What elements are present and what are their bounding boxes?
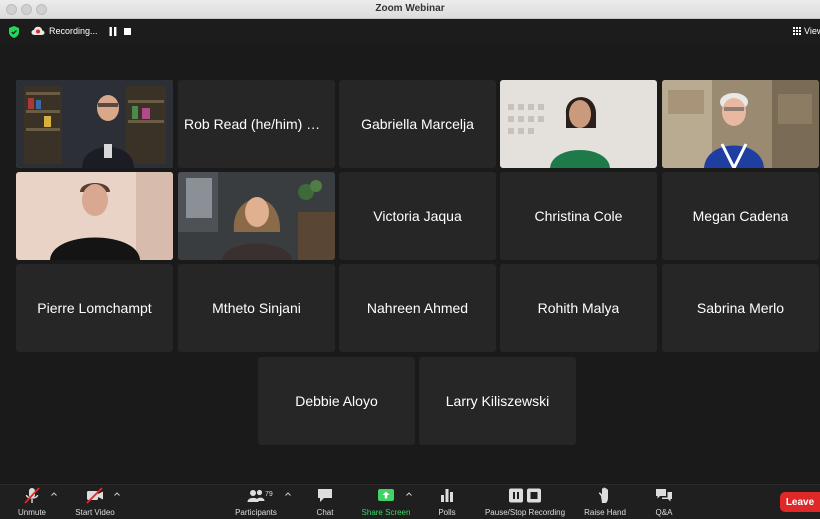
polls-bar-chart-icon <box>438 487 456 504</box>
meeting-info-bar: Recording... View <box>0 19 820 45</box>
participant-video <box>16 172 173 260</box>
polls-button[interactable]: Polls <box>432 487 462 517</box>
participant-tile-15[interactable]: Sabrina Merlo <box>662 264 819 352</box>
participant-tile-10[interactable]: Megan Cadena <box>662 172 819 260</box>
raise-hand-button[interactable]: Raise Hand <box>580 487 630 517</box>
participant-name: Christina Cole <box>534 208 623 224</box>
video-camera-off-icon <box>86 487 104 504</box>
qa-bubbles-icon <box>655 487 673 504</box>
participant-name: Victoria Jaqua <box>373 208 462 224</box>
participant-tile-13[interactable]: Nahreen Ahmed <box>339 264 496 352</box>
participant-tile-12[interactable]: Mtheto Sinjani <box>178 264 335 352</box>
recording-status: Recording... <box>49 26 98 36</box>
participant-name: Gabriella Marcelja <box>361 116 474 132</box>
participant-name: Nahreen Ahmed <box>366 300 469 316</box>
participant-tile-14[interactable]: Rohith Malya <box>500 264 657 352</box>
participant-name: Larry Kiliszewski <box>445 393 550 409</box>
chat-bubble-icon <box>316 487 334 504</box>
audio-options-caret-icon[interactable] <box>51 492 57 496</box>
participants-button[interactable]: Participants <box>230 487 282 517</box>
start-video-label: Start Video <box>75 508 115 517</box>
cloud-recording-icon <box>31 26 45 35</box>
participant-name: Megan Cadena <box>692 208 789 224</box>
shield-icon[interactable] <box>9 26 19 38</box>
share-options-caret-icon[interactable] <box>406 492 412 496</box>
view-button[interactable]: View <box>793 26 820 36</box>
video-options-caret-icon[interactable] <box>114 492 120 496</box>
pause-stop-recording-button[interactable]: Pause/Stop Recording <box>480 487 570 517</box>
pause-stop-recording-icon <box>508 487 542 504</box>
participant-tile-2[interactable]: Rob Read (he/him) Plantasia <box>178 80 335 168</box>
view-label: View <box>804 26 820 36</box>
participant-tile-3[interactable]: Gabriella Marcelja <box>339 80 496 168</box>
unmute-label: Unmute <box>17 508 46 517</box>
participant-video <box>500 80 657 168</box>
raise-hand-label: Raise Hand <box>584 508 626 517</box>
stop-recording-icon[interactable] <box>124 28 131 35</box>
participant-tile-video-7[interactable] <box>178 172 335 260</box>
participants-label: Participants <box>235 508 277 517</box>
participant-video <box>662 80 819 168</box>
participant-tile-video-4[interactable] <box>500 80 657 168</box>
participant-name: Rohith Malya <box>537 300 620 316</box>
participant-name: Mtheto Sinjani <box>212 300 301 316</box>
participant-video <box>178 172 335 260</box>
participant-video <box>16 80 173 168</box>
pause-recording-icon[interactable] <box>109 27 117 36</box>
participants-options-caret-icon[interactable] <box>285 492 291 496</box>
meeting-toolbar: Unmute Start Video Participants 79 Chat … <box>0 484 820 519</box>
qa-label: Q&A <box>655 508 673 517</box>
qa-button[interactable]: Q&A <box>650 487 678 517</box>
participant-tile-11[interactable]: Pierre Lomchampt <box>16 264 173 352</box>
participants-count: 79 <box>265 491 273 498</box>
chat-button[interactable]: Chat <box>310 487 340 517</box>
microphone-muted-icon <box>23 487 41 504</box>
window-title: Zoom Webinar <box>375 3 445 14</box>
participant-tile-9[interactable]: Christina Cole <box>500 172 657 260</box>
participant-tile-video-1[interactable] <box>16 80 173 168</box>
participant-name: Pierre Lomchampt <box>37 300 152 316</box>
participant-tile-17[interactable]: Larry Kiliszewski <box>419 357 576 445</box>
participant-tile-video-5[interactable] <box>662 80 819 168</box>
share-screen-icon <box>377 487 395 504</box>
polls-label: Polls <box>438 508 456 517</box>
participant-tile-8[interactable]: Victoria Jaqua <box>339 172 496 260</box>
start-video-button[interactable]: Start Video <box>70 487 120 517</box>
participant-name: Sabrina Merlo <box>696 300 785 316</box>
unmute-button[interactable]: Unmute <box>14 487 50 517</box>
leave-button[interactable]: Leave <box>780 492 820 512</box>
recording-label: Pause/Stop Recording <box>484 508 566 517</box>
participant-name: Rob Read (he/him) Plantasia <box>184 116 329 132</box>
participant-tile-video-6[interactable] <box>16 172 173 260</box>
grid-view-icon <box>793 27 801 35</box>
participant-tile-16[interactable]: Debbie Aloyo <box>258 357 415 445</box>
raise-hand-icon <box>596 487 614 504</box>
participants-icon <box>247 487 265 504</box>
participant-name: Debbie Aloyo <box>295 393 378 409</box>
window-title-bar: Zoom Webinar <box>0 0 820 19</box>
share-screen-label: Share Screen <box>361 508 411 517</box>
chat-label: Chat <box>316 508 334 517</box>
